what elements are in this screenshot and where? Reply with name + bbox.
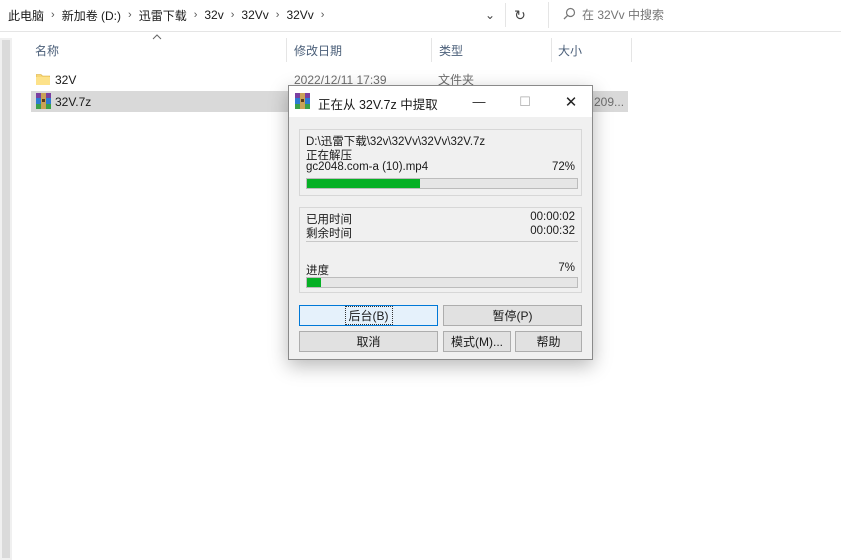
close-icon: ✕ <box>564 93 578 111</box>
column-header-type[interactable]: 类型 <box>433 38 552 62</box>
progress-percent: 7% <box>558 262 575 274</box>
folder-icon <box>35 73 51 86</box>
column-header-name-label: 名称 <box>35 43 60 58</box>
refresh-button[interactable]: ↻ <box>505 3 534 27</box>
minimize-button[interactable]: — <box>456 86 502 117</box>
crumb-32v[interactable]: 32v <box>200 8 227 22</box>
chevron-right-icon[interactable]: › <box>125 9 135 21</box>
crumb-32vv[interactable]: 32Vv <box>237 8 272 22</box>
mode-button[interactable]: 模式(M)... <box>443 331 511 352</box>
cancel-button-label: 取消 <box>356 335 381 349</box>
column-header-name[interactable]: 名称 <box>31 38 287 62</box>
file-progress-bar <box>306 178 578 189</box>
address-bar: 此电脑 › 新加卷 (D:) › 迅雷下载 › 32v › 32Vv › 32V… <box>0 0 841 32</box>
rar-archive-icon <box>36 93 51 109</box>
extraction-dialog: 正在从 32V.7z 中提取 — ☐ ✕ D:\迅雷下载\32v\32Vv\32… <box>288 85 593 360</box>
search-box[interactable] <box>548 2 841 28</box>
chevron-right-icon[interactable]: › <box>191 9 201 21</box>
dialog-titlebar[interactable]: 正在从 32V.7z 中提取 — ☐ ✕ <box>289 86 592 117</box>
maximize-button: ☐ <box>502 86 548 117</box>
winrar-app-icon <box>295 93 310 109</box>
maximize-icon: ☐ <box>519 93 531 109</box>
search-input[interactable] <box>580 7 824 23</box>
help-button-label: 帮助 <box>536 335 561 349</box>
background-button[interactable]: 后台(B) <box>299 305 438 326</box>
crumb-this-pc[interactable]: 此电脑 <box>4 7 48 24</box>
help-button[interactable]: 帮助 <box>515 331 582 352</box>
breadcrumb: 此电脑 › 新加卷 (D:) › 迅雷下载 › 32v › 32Vv › 32V… <box>4 5 327 25</box>
progress-label: 进度 <box>306 265 329 277</box>
chevron-down-icon: ⌄ <box>484 8 496 22</box>
overall-progress-panel: 已用时间 00:00:02 剩余时间 00:00:32 进度 7% <box>299 207 582 293</box>
column-header-date[interactable]: 修改日期 <box>289 38 432 62</box>
chevron-right-icon[interactable]: › <box>318 9 328 21</box>
pause-button-label: 暂停(P) <box>492 309 533 323</box>
search-icon <box>563 7 576 23</box>
column-header-size[interactable]: 大小 <box>552 38 632 62</box>
minimize-icon: — <box>472 94 486 109</box>
dialog-title: 正在从 32V.7z 中提取 <box>318 98 438 112</box>
column-header-date-label: 修改日期 <box>294 43 343 58</box>
chevron-right-icon[interactable]: › <box>228 9 238 21</box>
navigation-pane-scrollbar[interactable] <box>0 38 12 560</box>
current-file: gc2048.com-a (10).mp4 <box>306 161 429 173</box>
file-progress-panel: D:\迅雷下载\32v\32Vv\32Vv\32V.7z 正在解压 gc2048… <box>299 129 582 196</box>
mode-button-label: 模式(M)... <box>451 335 503 349</box>
crumb-32vv-current[interactable]: 32Vv <box>282 8 317 22</box>
cancel-button[interactable]: 取消 <box>299 331 438 352</box>
file-size: 209... <box>594 94 625 109</box>
close-button[interactable]: ✕ <box>548 86 594 117</box>
elapsed-value: 00:00:02 <box>530 211 575 223</box>
crumb-drive-d[interactable]: 新加卷 (D:) <box>58 7 125 24</box>
address-history-dropdown[interactable]: ⌄ <box>478 3 502 27</box>
pause-button[interactable]: 暂停(P) <box>443 305 582 326</box>
remaining-value: 00:00:32 <box>530 225 575 237</box>
chevron-right-icon[interactable]: › <box>48 9 58 21</box>
file-percent: 72% <box>551 161 575 173</box>
crumb-xunlei[interactable]: 迅雷下载 <box>135 7 191 24</box>
file-progress-fill <box>307 179 421 188</box>
total-progress-fill <box>307 278 321 287</box>
file-name: 32V <box>55 72 77 87</box>
total-progress-bar <box>306 277 578 288</box>
scrollbar-thumb[interactable] <box>2 40 10 558</box>
background-button-label: 后台(B) <box>344 306 393 325</box>
column-header-size-label: 大小 <box>558 43 583 58</box>
file-name: 32V.7z <box>55 94 92 109</box>
divider <box>306 241 578 242</box>
chevron-right-icon[interactable]: › <box>273 9 283 21</box>
column-header-type-label: 类型 <box>439 43 464 58</box>
remaining-label: 剩余时间 <box>306 228 352 240</box>
refresh-icon: ↻ <box>514 6 526 23</box>
